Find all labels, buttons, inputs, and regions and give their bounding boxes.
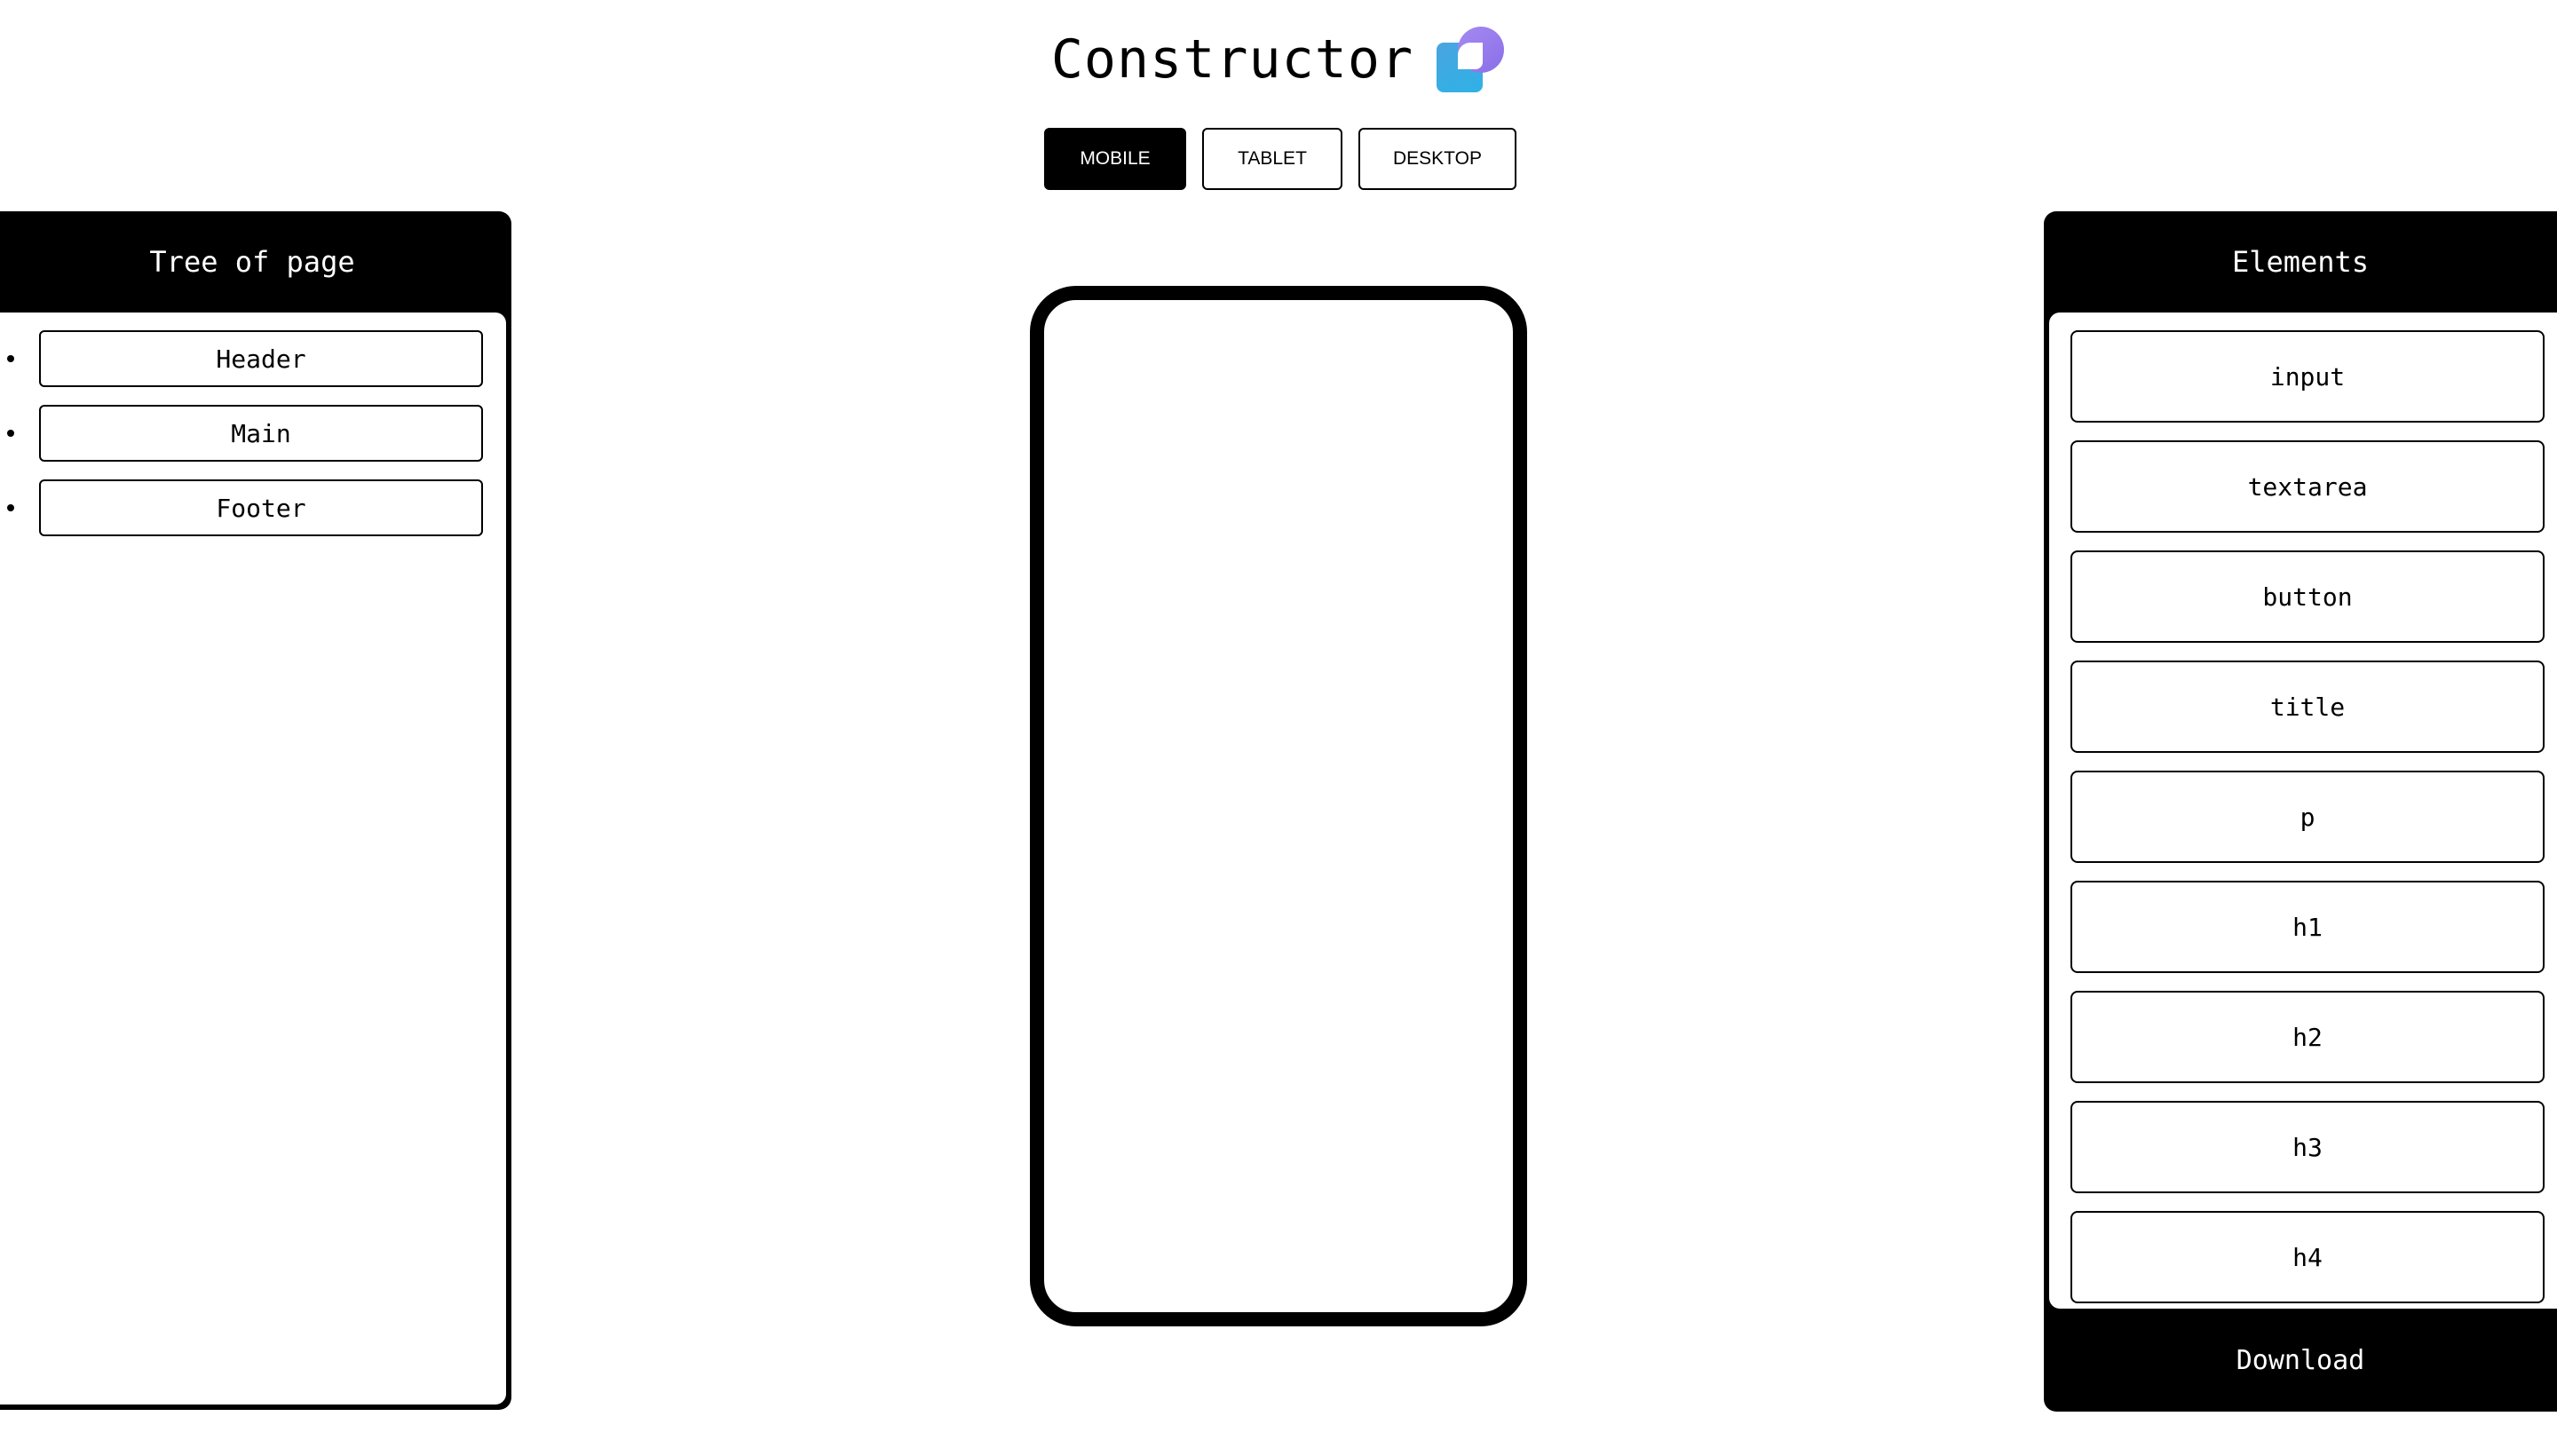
tree-node-footer[interactable]: Footer [39,479,483,536]
device-switcher: MOBILE TABLET DESKTOP [1044,128,1516,190]
bullet-icon [7,430,14,437]
constructor-app: Constructor MOBILE TABLET DESKTOP Tree o… [0,0,2557,1456]
tree-item-footer: Footer [0,479,506,536]
element-title[interactable]: title [2070,661,2545,753]
logo-icon [1433,23,1506,96]
element-input[interactable]: input [2070,330,2545,423]
app-header: Constructor [0,20,2557,99]
tree-panel-body: Header Main Footer [0,313,506,1405]
app-title: Constructor [1050,28,1414,91]
tree-panel: Tree of page Header Main Footer [0,211,511,1410]
tree-item-main: Main [0,405,506,462]
element-h1[interactable]: h1 [2070,881,2545,973]
desktop-button[interactable]: DESKTOP [1358,128,1516,190]
elements-panel: Elements input textarea button title p h… [2044,211,2557,1412]
element-p[interactable]: p [2070,771,2545,863]
tree-node-header[interactable]: Header [39,330,483,387]
element-h4[interactable]: h4 [2070,1211,2545,1303]
bullet-icon [7,355,14,362]
element-h2[interactable]: h2 [2070,991,2545,1083]
element-textarea[interactable]: textarea [2070,440,2545,533]
elements-panel-title: Elements [2231,245,2370,279]
tree-item-header: Header [0,330,506,387]
bullet-icon [7,504,14,511]
mobile-button[interactable]: MOBILE [1044,128,1186,190]
mobile-preview-canvas[interactable] [1030,286,1527,1326]
tree-panel-title: Tree of page [149,245,355,279]
element-button[interactable]: button [2070,550,2545,643]
element-h3[interactable]: h3 [2070,1101,2545,1193]
logo-overlap [1458,43,1484,69]
elements-list: input textarea button title p h1 h2 h3 h… [2049,313,2557,1303]
tablet-button[interactable]: TABLET [1202,128,1342,190]
tree-list: Header Main Footer [0,313,506,536]
elements-panel-body: input textarea button title p h1 h2 h3 h… [2049,313,2557,1309]
tree-node-main[interactable]: Main [39,405,483,462]
download-button[interactable]: Download [2044,1309,2557,1412]
